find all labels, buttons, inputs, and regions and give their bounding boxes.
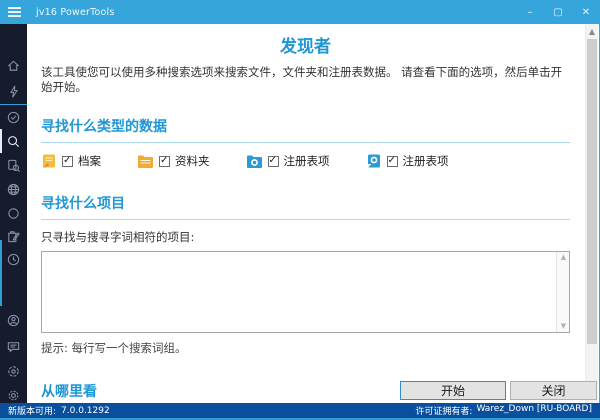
option-registry-keys[interactable]: 注册表项 — [246, 153, 330, 169]
scroll-up-icon[interactable]: ▲ — [557, 252, 570, 263]
start-button[interactable]: 开始 — [400, 381, 506, 400]
search-icon[interactable] — [0, 132, 27, 150]
checkbox-folders[interactable] — [159, 155, 170, 167]
folder-yellow-icon — [138, 155, 153, 168]
main-content: 发现者 该工具使您可以使用多种搜索选项来搜索文件，文件夹和注册表数据。 请查看下… — [27, 24, 600, 403]
check-circle-icon[interactable] — [0, 108, 27, 126]
search-terms-input[interactable] — [42, 252, 555, 332]
feedback-icon[interactable] — [0, 337, 27, 355]
circle-icon[interactable] — [0, 204, 27, 222]
file-yellow-icon — [43, 154, 55, 168]
search-terms-box: ▲ ▼ — [41, 251, 570, 333]
app-window: jv16 PowerTools – ▢ ✕ 发现者 该工具使您可以使用多种搜索选… — [0, 0, 600, 420]
scrollbar-up-icon[interactable]: ▲ — [586, 25, 598, 38]
option-registry-values[interactable]: 注册表项 — [366, 153, 449, 169]
search-terms-label: 只寻找与搜寻字词相符的项目: — [41, 230, 195, 244]
textarea-scrollbar[interactable]: ▲ ▼ — [556, 252, 569, 332]
close-button[interactable]: ✕ — [572, 0, 600, 24]
checkbox-registry-keys[interactable] — [267, 155, 279, 167]
section-heading-data-types: 寻找什么类型的数据 — [41, 116, 570, 143]
sidebar — [0, 24, 27, 403]
data-type-options: 档案 资料夹 注册表项 — [41, 153, 570, 169]
titlebar: jv16 PowerTools – ▢ ✕ — [0, 0, 600, 24]
option-label: 档案 — [78, 154, 101, 168]
section-heading-items: 寻找什么项目 — [41, 193, 570, 220]
update-label: 新版本可用: — [8, 407, 57, 417]
scroll-down-icon[interactable]: ▼ — [557, 321, 570, 332]
option-label: 注册表项 — [283, 154, 330, 168]
settings-gear-icon[interactable] — [0, 386, 27, 404]
option-label: 资料夹 — [175, 154, 210, 168]
checkbox-files[interactable] — [62, 155, 73, 167]
app-title: jv16 PowerTools — [36, 6, 115, 18]
option-folders[interactable]: 资料夹 — [137, 153, 210, 169]
globe-icon[interactable] — [0, 180, 27, 198]
user-circle-icon[interactable] — [0, 311, 27, 329]
scrollbar-thumb[interactable] — [587, 39, 597, 344]
statusbar: 新版本可用: 7.0.0.1292 许可证拥有者: Warez_Down [RU… — [0, 403, 600, 418]
home-icon[interactable] — [0, 56, 27, 74]
license-owner: Warez_Down [RU-BOARD] — [476, 404, 592, 414]
version-number: 7.0.0.1292 — [61, 405, 110, 416]
search-terms-hint: 提示: 每行写一个搜索词组。 — [41, 341, 187, 355]
clock-icon[interactable] — [0, 250, 27, 268]
menu-icon[interactable] — [0, 0, 28, 24]
checkbox-registry-values[interactable] — [386, 155, 398, 167]
maximize-button[interactable]: ▢ — [544, 0, 572, 24]
license-label: 许可证拥有者: — [415, 407, 473, 417]
close-window-button[interactable]: 关闭 — [510, 381, 597, 400]
content-scrollbar[interactable]: ▲ ▼ — [585, 24, 598, 403]
sidebar-divider — [0, 104, 27, 105]
clipboard-edit-icon[interactable] — [0, 227, 27, 245]
minimize-button[interactable]: – — [516, 0, 544, 24]
option-files[interactable]: 档案 — [41, 153, 101, 169]
option-label: 注册表项 — [402, 154, 449, 168]
window-controls: – ▢ ✕ — [516, 0, 600, 24]
folder-blue-icon — [246, 155, 262, 168]
search-file-icon[interactable] — [0, 156, 27, 174]
page-title: 发现者 — [280, 37, 331, 57]
bolt-icon[interactable] — [0, 82, 27, 100]
sidebar-blue-strip — [0, 240, 2, 306]
file-blue-icon — [367, 154, 380, 168]
page-description: 该工具使您可以使用多种搜索选项来搜索文件，文件夹和注册表数据。 请查看下面的选项… — [41, 65, 563, 94]
dial-icon[interactable] — [0, 362, 27, 380]
